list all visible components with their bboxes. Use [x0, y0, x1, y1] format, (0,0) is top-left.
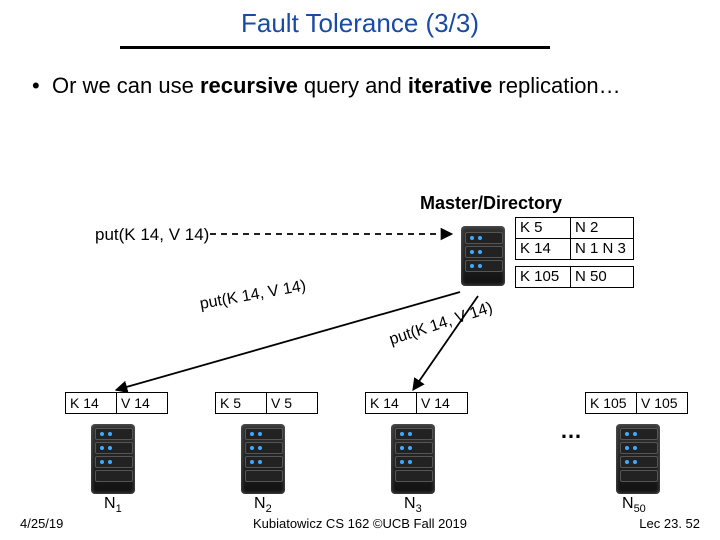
directory-table: K 5 N 2 K 14 N 1 N 3 K 105 N 50 — [515, 217, 634, 288]
kv-val: V 5 — [267, 393, 318, 414]
bullet-mid: query and — [298, 73, 408, 98]
bullet-pre: Or we can use — [52, 73, 200, 98]
kv-key: K 14 — [366, 393, 417, 414]
kv-val: V 14 — [117, 393, 168, 414]
kv-pair-n2: K 5 V 5 — [215, 392, 318, 414]
kv-key: K 14 — [66, 393, 117, 414]
slide: Fault Tolerance (3/3) •Or we can use rec… — [0, 0, 720, 540]
master-directory-label: Master/Directory — [420, 193, 562, 214]
bullet-text: •Or we can use recursive query and itera… — [32, 72, 672, 100]
node-server-icon — [235, 418, 291, 500]
table-row: K 5 N 2 — [516, 218, 634, 239]
kv-val: V 105 — [637, 393, 688, 414]
node-label-n50: N50 — [622, 495, 646, 515]
table-row: K 105 N 50 — [516, 267, 634, 288]
kv-pair-n1: K 14 V 14 — [65, 392, 168, 414]
node-label-n2: N2 — [254, 495, 272, 515]
dir-val: N 50 — [571, 267, 634, 288]
dir-key: K 14 — [516, 239, 571, 260]
message-to-n3: put(K 14, V 14) — [387, 299, 495, 349]
node-server-icon — [610, 418, 666, 500]
client-put-label: put(K 14, V 14) — [95, 225, 209, 245]
bullet-kw2: iterative — [408, 73, 492, 98]
dir-val: N 2 — [571, 218, 634, 239]
kv-key: K 105 — [586, 393, 637, 414]
kv-pair-n50: K 105 V 105 — [585, 392, 688, 414]
kv-val: V 14 — [417, 393, 468, 414]
node-label-n1: N1 — [104, 495, 122, 515]
node-server-icon — [85, 418, 141, 500]
page-title: Fault Tolerance (3/3) — [0, 8, 720, 39]
kv-key: K 5 — [216, 393, 267, 414]
kv-pair-n3: K 14 V 14 — [365, 392, 468, 414]
footer-page: Lec 23. 52 — [639, 516, 700, 531]
node-label-n3: N3 — [404, 495, 422, 515]
table-row: K 14 N 1 N 3 — [516, 239, 634, 260]
ellipsis: … — [560, 418, 582, 444]
dir-val: N 1 N 3 — [571, 239, 634, 260]
dir-key: K 105 — [516, 267, 571, 288]
bullet-kw1: recursive — [200, 73, 298, 98]
message-to-n1: put(K 14, V 14) — [198, 277, 307, 313]
node-server-icon — [385, 418, 441, 500]
master-server-icon — [455, 220, 511, 292]
bullet-post: replication… — [492, 73, 620, 98]
dir-key: K 5 — [516, 218, 571, 239]
footer-center: Kubiatowicz CS 162 ©UCB Fall 2019 — [0, 516, 720, 531]
title-underline — [120, 46, 550, 49]
